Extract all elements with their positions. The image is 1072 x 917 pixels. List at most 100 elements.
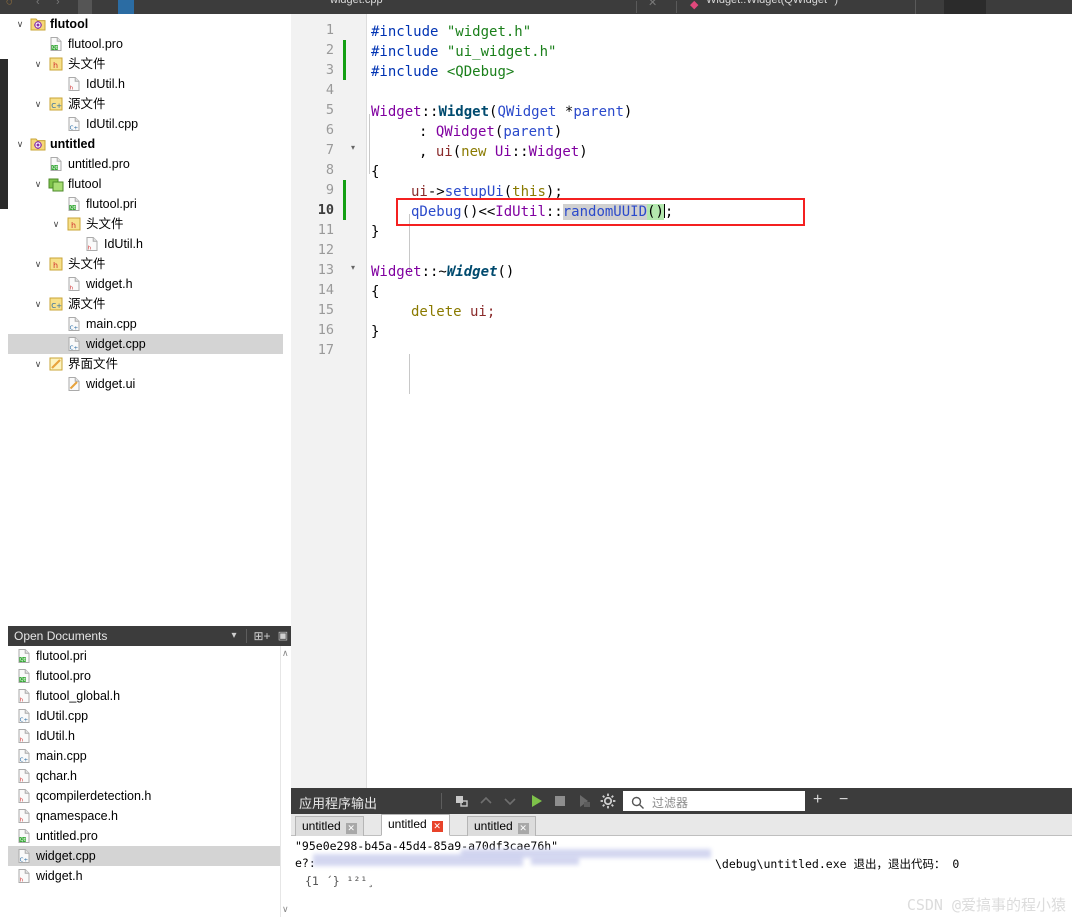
h-file-icon: h: [84, 236, 100, 252]
code-editor[interactable]: 1 2 3 4 5 6 7 ▾ 8 9 10 11 12 13 ▾ 14 15 16 17 #include "wi…: [291, 14, 1072, 788]
line-number: 7: [325, 142, 334, 158]
window-restore-icon[interactable]: [1002, 0, 1028, 14]
tree-item[interactable]: ∨ h 头文件: [8, 54, 291, 74]
tree-item[interactable]: ∨ C+ 源文件: [8, 94, 291, 114]
chevron-down-icon[interactable]: ∨: [50, 214, 62, 234]
tree-item[interactable]: ∨ h 头文件: [8, 254, 291, 274]
run-icon[interactable]: [527, 792, 545, 810]
open-document-item[interactable]: h widget.h: [8, 866, 291, 886]
code-text-area[interactable]: #include "widget.h" #include "ui_widget.…: [369, 14, 1071, 788]
open-document-item[interactable]: Qt flutool.pro: [8, 666, 291, 686]
change-indicator: [343, 180, 346, 220]
project-tree[interactable]: ∨ flutool Qt flutool.pro ∨ h 头文件 h IdUtil.h ∨ C+ 源文…: [8, 14, 291, 610]
window-panel-icon[interactable]: [944, 0, 986, 14]
tree-item[interactable]: ∨ h 头文件: [8, 214, 291, 234]
line-number: 14: [317, 282, 334, 298]
tree-item[interactable]: C+ IdUtil.cpp: [8, 114, 291, 134]
tree-item[interactable]: widget.ui: [8, 374, 291, 394]
attach-debugger-icon[interactable]: [575, 792, 593, 810]
svg-text:Qt: Qt: [20, 837, 26, 843]
chevron-down-icon[interactable]: ∨: [32, 294, 44, 314]
close-document-icon[interactable]: ✕: [648, 0, 657, 9]
editor-file-tab[interactable]: widget.cpp: [330, 0, 383, 6]
open-document-item[interactable]: C+ IdUtil.cpp: [8, 706, 291, 726]
editor-toolbar: ◌ ‹ › widget.cpp ✕ ◆ Widget::Widget(QWid…: [0, 0, 1072, 14]
tree-item[interactable]: ∨ 界面文件: [8, 354, 291, 374]
svg-text:h: h: [70, 85, 74, 91]
tree-item[interactable]: ∨ flutool: [8, 14, 291, 34]
output-tab-strip[interactable]: untitled ✕ untitled ✕ untitled ✕: [291, 814, 1072, 836]
chevron-down-icon[interactable]: ∨: [32, 174, 44, 194]
tree-item-label: widget.ui: [86, 377, 136, 391]
open-document-item[interactable]: h qnamespace.h: [8, 806, 291, 826]
open-document-label: flutool_global.h: [36, 689, 121, 703]
chevron-down-icon[interactable]: ∨: [32, 254, 44, 274]
navigate-back-icon[interactable]: ‹: [36, 0, 40, 8]
scroll-down-icon[interactable]: ∨: [282, 904, 289, 915]
project-tree-scrollbar[interactable]: [283, 14, 291, 610]
tree-item-label: main.cpp: [86, 317, 137, 331]
split-add-icon[interactable]: ⊞+: [252, 626, 272, 646]
svg-text:C+: C+: [20, 717, 29, 723]
open-document-item[interactable]: C+ main.cpp: [8, 746, 291, 766]
close-tab-icon[interactable]: ✕: [431, 821, 443, 832]
tree-item[interactable]: ∨ C+ 源文件: [8, 294, 291, 314]
tree-item[interactable]: ∨ untitled: [8, 134, 291, 154]
open-document-item[interactable]: C+ widget.cpp: [8, 846, 291, 866]
tree-item[interactable]: Qt untitled.pro: [8, 154, 291, 174]
settings-icon[interactable]: [599, 792, 617, 810]
output-tab[interactable]: untitled ✕: [295, 816, 364, 836]
chevron-down-icon[interactable]: ∨: [14, 134, 26, 154]
bookmark-icon[interactable]: ◌: [6, 0, 13, 8]
symbol-selector[interactable]: Widget::Widget(QWidget *): [706, 0, 838, 6]
open-document-item[interactable]: h IdUtil.h: [8, 726, 291, 746]
window-minimize-icon[interactable]: [1036, 0, 1066, 14]
close-tab-icon[interactable]: ✕: [517, 823, 529, 834]
chevron-down-icon[interactable]: ∨: [14, 14, 26, 34]
navigate-forward-icon[interactable]: ›: [56, 0, 60, 8]
symbol-marker-icon: ◆: [690, 0, 699, 11]
split-editor-icon[interactable]: [78, 0, 92, 14]
tree-item[interactable]: h IdUtil.h: [8, 234, 291, 254]
decrease-font-button[interactable]: −: [839, 792, 848, 808]
prev-item-icon[interactable]: [477, 792, 495, 810]
tree-item[interactable]: C+ widget.cpp: [8, 334, 291, 354]
fold-toggle-icon[interactable]: ▾: [348, 263, 358, 272]
next-item-icon[interactable]: [501, 792, 519, 810]
open-document-item[interactable]: Qt flutool.pri: [8, 646, 291, 666]
open-documents-scrollbar[interactable]: ∧ ∨: [280, 646, 291, 917]
chevron-down-icon[interactable]: ▾: [226, 626, 242, 646]
stop-icon[interactable]: [551, 792, 569, 810]
output-filter-input[interactable]: 过滤器: [623, 791, 805, 811]
tree-item[interactable]: h widget.h: [8, 274, 291, 294]
tree-item[interactable]: h IdUtil.h: [8, 74, 291, 94]
increase-font-button[interactable]: +: [813, 792, 822, 808]
open-document-item[interactable]: h qchar.h: [8, 766, 291, 786]
cpp-file-icon: C+: [16, 708, 32, 724]
chevron-down-icon[interactable]: ∨: [32, 94, 44, 114]
line-number: 2: [325, 42, 334, 58]
tree-item[interactable]: Qt flutool.pro: [8, 34, 291, 54]
chevron-down-icon[interactable]: ∨: [32, 54, 44, 74]
open-document-item[interactable]: h flutool_global.h: [8, 686, 291, 706]
fold-toggle-icon[interactable]: ▾: [348, 143, 358, 152]
open-document-item[interactable]: Qt untitled.pro: [8, 826, 291, 846]
output-text-area[interactable]: "95e0e298-b45a-45d4-85a9-a70df3cae76h" e…: [291, 836, 1072, 917]
open-document-item[interactable]: h qcompilerdetection.h: [8, 786, 291, 806]
scroll-up-icon[interactable]: ∧: [282, 648, 289, 659]
open-documents-list[interactable]: Qt flutool.pri Qt flutool.pro h flutool_globa…: [8, 646, 291, 917]
output-line-3: \debug\untitled.exe 退出，退出代码： 0: [715, 857, 960, 871]
clear-output-icon[interactable]: [453, 792, 471, 810]
tree-item[interactable]: ∨ flutool: [8, 174, 291, 194]
chevron-down-icon[interactable]: ∨: [32, 354, 44, 374]
output-tab[interactable]: untitled ✕: [467, 816, 536, 836]
output-tab[interactable]: untitled ✕: [381, 814, 450, 836]
close-panel-icon[interactable]: ▣: [274, 626, 292, 646]
tree-item[interactable]: C+ main.cpp: [8, 314, 291, 334]
tree-item-label: untitled: [50, 137, 96, 151]
open-document-label: untitled.pro: [36, 829, 98, 843]
code-line-3: #include <QDebug>: [371, 64, 515, 80]
tree-item[interactable]: Qt flutool.pri: [8, 194, 291, 214]
code-line-5: Widget::Widget(QWidget *parent): [371, 104, 633, 120]
close-tab-icon[interactable]: ✕: [345, 823, 357, 834]
